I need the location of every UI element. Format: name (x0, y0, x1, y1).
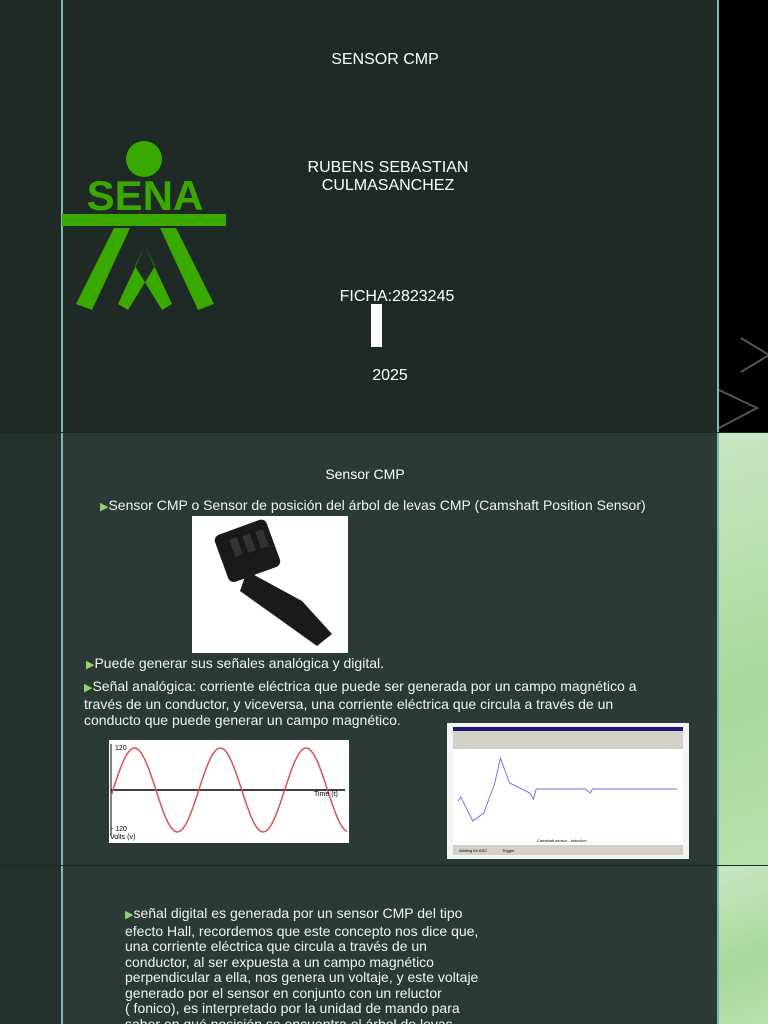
author-line: CULMASANCHEZ (321, 177, 455, 194)
bullet-item: ▶Puede generar sus señales analógica y d… (86, 655, 384, 673)
decor-strip (718, 0, 768, 432)
sine-bottom-label: - 120 (111, 826, 127, 833)
bullet-text: Puede generar sus señales analógica y di… (94, 655, 384, 671)
scope-xlabel: Camshaft sensor - inductive (537, 838, 587, 843)
slide-title: SENSOR CMP RUBENS SEBASTIAN CULMASANCHEZ … (0, 0, 768, 432)
slide-digital: ▶señal digital es generada por un sensor… (0, 866, 768, 1024)
scope-trigger: Trigger (502, 848, 515, 853)
left-strip (0, 866, 61, 1024)
svg-text:SENA: SENA (87, 172, 204, 219)
text-line: señal digital es generada por un sensor … (133, 905, 463, 921)
cursor-bar (371, 304, 382, 347)
scope-status: Waiting for ASC (459, 848, 487, 853)
sena-logo: SENA (62, 141, 226, 310)
divider-line (717, 0, 719, 432)
author-name: RUBENS SEBASTIAN CULMASANCHEZ (268, 159, 508, 195)
author-line: RUBENS SEBASTIAN (307, 159, 469, 176)
slide-heading: Sensor CMP (325, 466, 405, 482)
sine-axis-label: Time (t) (314, 791, 338, 798)
sine-wave-image: 120 - 120 Volts (v) Time (t) (109, 740, 349, 843)
text-line: una corriente eléctrica que circula a tr… (125, 938, 427, 954)
text-line: generado por el sensor en conjunto con u… (125, 984, 442, 1001)
text-line: conductor, al ser expuesta a un campo ma… (125, 953, 434, 970)
sine-top-label: 120 (115, 745, 127, 752)
sine-ylabel: Volts (v) (110, 834, 135, 841)
divider-line (717, 433, 719, 865)
paragraph: ▶señal digital es generada por un sensor… (125, 905, 479, 1024)
ficha: FICHA:2823245 (339, 288, 455, 305)
text-line: saber en qué posición se encuentra el ár… (125, 1015, 457, 1024)
bullet-text: Señal analógica: corriente eléctrica que… (92, 678, 637, 694)
decor-strip (719, 433, 768, 865)
chevron-decor-icon (718, 337, 768, 429)
bullet-item: ▶Sensor CMP o Sensor de posición del árb… (100, 497, 646, 515)
left-strip (0, 433, 61, 865)
bullet-text: Sensor CMP o Sensor de posición del árbo… (108, 497, 646, 513)
text-line: efecto Hall, recordemos que este concept… (125, 922, 479, 939)
text-line: ( fonico), es interpretado por la unidad… (125, 1000, 460, 1016)
divider-line (61, 433, 63, 865)
decor-strip (719, 866, 768, 1024)
bullet-item: ▶Señal analógica: corriente eléctrica qu… (84, 678, 637, 728)
oscilloscope-image: Camshaft sensor - inductive Waiting for … (447, 723, 689, 859)
year: 2025 (372, 367, 408, 384)
sensor-photo (192, 516, 348, 653)
slide-title: SENSOR CMP (331, 51, 439, 68)
slide-sensor: Sensor CMP ▶Sensor CMP o Sensor de posic… (0, 433, 768, 865)
bullet-text: conducto que puede generar un campo magn… (84, 712, 401, 728)
text-line: perpendicular a ella, nos genera un volt… (125, 969, 479, 985)
divider-line (717, 866, 719, 1024)
bullet-text: través de un conductor, y viceversa, una… (84, 696, 614, 712)
divider-line (61, 866, 63, 1024)
